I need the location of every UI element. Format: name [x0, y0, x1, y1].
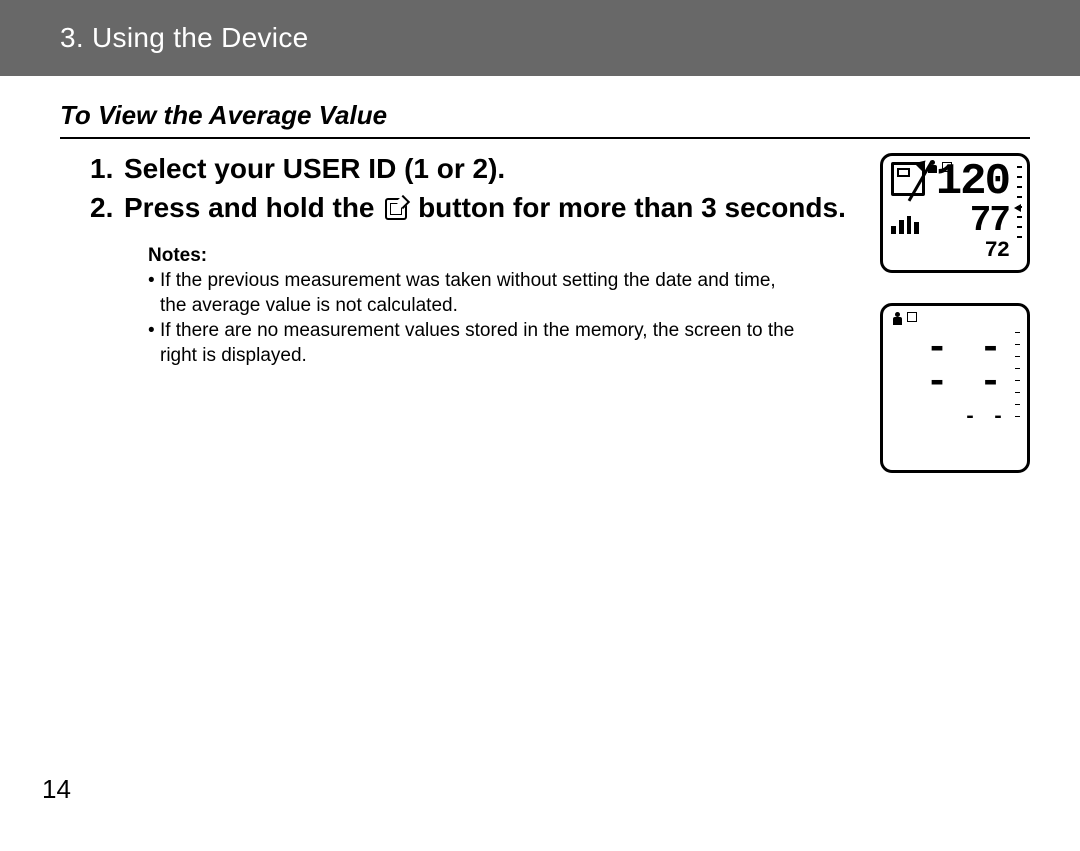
step-2: 2. Press and hold the button for more th…	[90, 190, 850, 225]
reading-pulse: 72	[985, 240, 1009, 262]
illustrations-column: 120 77 72	[860, 149, 1030, 473]
device-screen-average: 120 77 72	[880, 153, 1030, 273]
memory-button-icon	[385, 198, 407, 220]
chapter-header: 3. Using the Device	[0, 0, 1080, 76]
steps-column: 1. Select your USER ID (1 or 2). 2. Pres…	[60, 149, 860, 370]
notes-block: Notes: If the previous measurement was t…	[148, 245, 798, 369]
page-number: 14	[42, 774, 71, 805]
steps-row: 1. Select your USER ID (1 or 2). 2. Pres…	[60, 149, 1030, 473]
reading-dia: 77	[970, 204, 1009, 238]
section-title: To View the Average Value	[60, 100, 1030, 131]
step-text: Press and hold the button for more than …	[124, 190, 846, 225]
note-item: If the previous measurement was taken wi…	[148, 269, 798, 318]
step-number: 2.	[90, 190, 124, 225]
bar-graph-icon	[891, 214, 919, 234]
step-text-before: Press and hold the	[124, 192, 382, 223]
note-item: If there are no measurement values store…	[148, 319, 798, 368]
chapter-title: 3. Using the Device	[60, 22, 309, 53]
readings-column: 120 77 72	[929, 162, 1019, 262]
readings-column: - - - - - -	[891, 312, 1019, 429]
notes-title: Notes:	[148, 245, 798, 267]
reading-dia-empty: - -	[926, 366, 1006, 400]
reading-pulse-empty: - -	[964, 406, 1006, 429]
step-text-after: button for more than 3 seconds.	[418, 192, 846, 223]
divider	[60, 137, 1030, 139]
device-screen-empty: - - - - - -	[880, 303, 1030, 473]
step-1: 1. Select your USER ID (1 or 2).	[90, 151, 850, 186]
reading-sys: 120	[936, 162, 1009, 204]
pressure-scale-icon	[1015, 332, 1021, 432]
step-number: 1.	[90, 151, 124, 186]
screen-icon-column	[891, 162, 929, 234]
step-text: Select your USER ID (1 or 2).	[124, 151, 505, 186]
page-content: To View the Average Value 1. Select your…	[0, 76, 1080, 473]
pressure-scale-icon	[1017, 166, 1023, 246]
